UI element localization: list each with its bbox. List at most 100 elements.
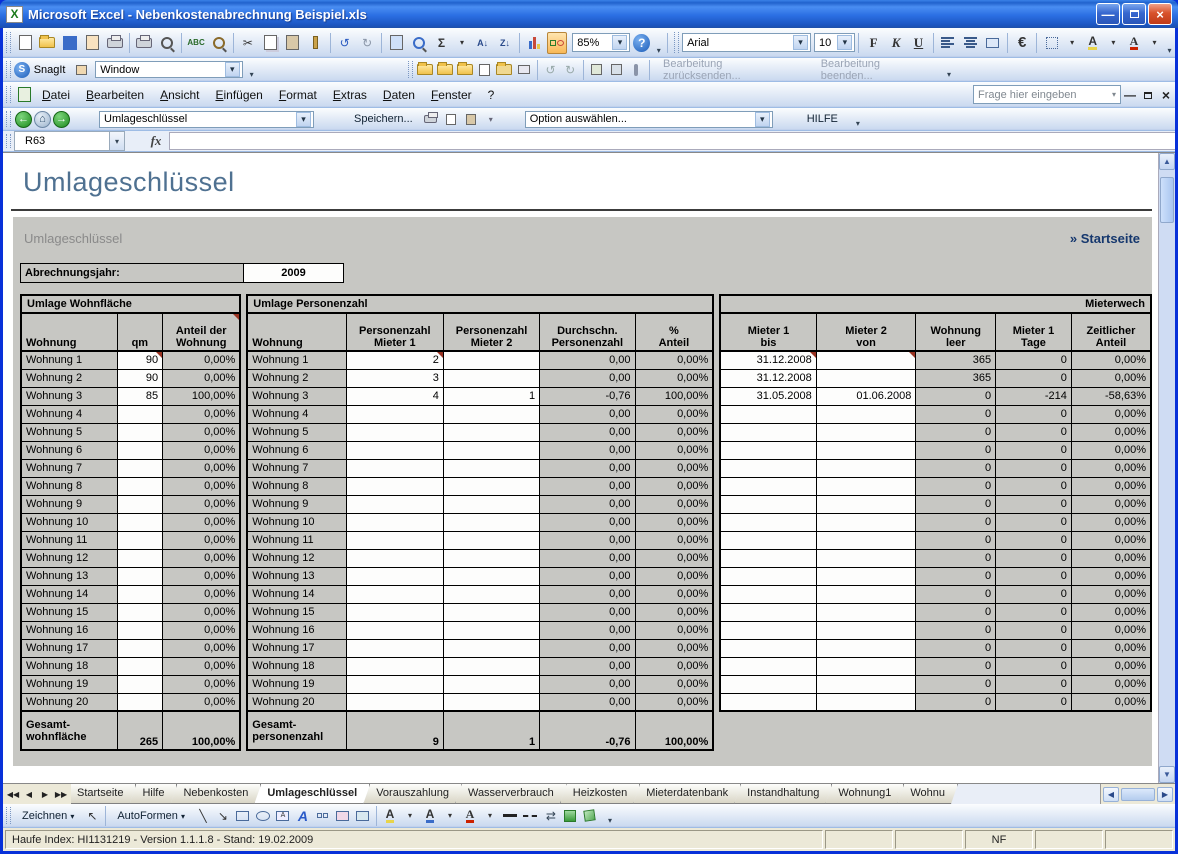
fill-color-icon[interactable]: A bbox=[1083, 32, 1103, 54]
cell[interactable]: -214 bbox=[996, 387, 1072, 405]
cell[interactable] bbox=[720, 495, 816, 513]
menu-item-bearbeiten[interactable]: Bearbeiten bbox=[78, 84, 152, 106]
pdf-mail-icon[interactable] bbox=[515, 61, 533, 79]
cell[interactable]: 0 bbox=[996, 441, 1072, 459]
cell[interactable]: 0,00 bbox=[540, 477, 635, 495]
cell[interactable]: Wohnung 18 bbox=[21, 657, 117, 675]
cell[interactable]: 0 bbox=[916, 585, 996, 603]
cell[interactable] bbox=[117, 513, 163, 531]
abrechnungsjahr-value[interactable]: 2009 bbox=[244, 264, 343, 282]
font-color-dropdown-icon[interactable]: ▾ bbox=[481, 807, 499, 825]
forward-icon[interactable]: → bbox=[53, 111, 70, 128]
cell[interactable]: 0,00 bbox=[540, 549, 635, 567]
cell[interactable]: Wohnung 8 bbox=[247, 477, 346, 495]
cell[interactable] bbox=[816, 675, 916, 693]
sheet-tab-heizkosten[interactable]: Heizkosten bbox=[560, 784, 640, 804]
snagit-icon[interactable]: S bbox=[14, 62, 30, 78]
scroll-down-icon[interactable]: ▼ bbox=[1159, 766, 1175, 783]
cell[interactable] bbox=[117, 423, 163, 441]
cell[interactable]: 0,00 bbox=[540, 639, 635, 657]
autosum-dropdown-icon[interactable]: ▾ bbox=[454, 34, 471, 52]
clipart-icon[interactable] bbox=[334, 807, 352, 825]
sheet-tab-umlageschlüssel[interactable]: Umlageschlüssel bbox=[254, 784, 370, 804]
merge-center-icon[interactable] bbox=[983, 32, 1003, 54]
print-area-icon[interactable] bbox=[105, 32, 125, 54]
cell[interactable] bbox=[117, 693, 163, 711]
bold-icon[interactable]: F bbox=[863, 32, 883, 54]
cell[interactable]: Wohnung 2 bbox=[247, 369, 346, 387]
research-icon[interactable] bbox=[208, 32, 228, 54]
cell[interactable]: 0 bbox=[996, 405, 1072, 423]
cell[interactable] bbox=[816, 657, 916, 675]
cell[interactable] bbox=[443, 693, 539, 711]
cell[interactable]: 0 bbox=[916, 495, 996, 513]
cell[interactable]: 0 bbox=[916, 603, 996, 621]
cell[interactable]: 0,00% bbox=[1071, 675, 1151, 693]
cell[interactable]: -58,63% bbox=[1071, 387, 1151, 405]
cell[interactable]: 0 bbox=[916, 693, 996, 711]
cell[interactable]: 90 bbox=[117, 351, 163, 369]
cell[interactable]: 0 bbox=[996, 369, 1072, 387]
new-icon[interactable] bbox=[15, 32, 35, 54]
help-icon[interactable]: ? bbox=[633, 34, 650, 52]
sheet-tab-wasserverbrauch[interactable]: Wasserverbrauch bbox=[455, 784, 567, 804]
cell[interactable] bbox=[117, 621, 163, 639]
cell[interactable]: 0 bbox=[916, 405, 996, 423]
cell[interactable]: Wohnung 9 bbox=[21, 495, 117, 513]
cell[interactable] bbox=[443, 477, 539, 495]
euro-icon[interactable]: € bbox=[1012, 32, 1032, 54]
font-color-dropdown-icon[interactable]: ▾ bbox=[1146, 34, 1163, 52]
cell[interactable] bbox=[346, 567, 443, 585]
cell[interactable]: 0,00% bbox=[163, 423, 241, 441]
cell[interactable]: 0,00 bbox=[540, 459, 635, 477]
cell[interactable] bbox=[443, 621, 539, 639]
cell[interactable]: Wohnung 19 bbox=[21, 675, 117, 693]
menu-item-einfügen[interactable]: Einfügen bbox=[207, 84, 270, 106]
cell[interactable]: 0 bbox=[996, 351, 1072, 369]
tab-scroll-left-icon[interactable]: ◀ bbox=[1103, 787, 1119, 802]
cell[interactable] bbox=[346, 585, 443, 603]
cell[interactable]: 0 bbox=[916, 423, 996, 441]
cell[interactable]: 0,00% bbox=[1071, 603, 1151, 621]
name-box[interactable]: R63 bbox=[14, 131, 110, 151]
pdf-save-icon[interactable] bbox=[456, 61, 474, 79]
cell[interactable]: 0,00 bbox=[540, 405, 635, 423]
cell[interactable] bbox=[816, 567, 916, 585]
cell[interactable] bbox=[117, 549, 163, 567]
cell[interactable]: Wohnung 11 bbox=[247, 531, 346, 549]
cell[interactable] bbox=[720, 639, 816, 657]
cell[interactable]: 0,00 bbox=[540, 675, 635, 693]
cell[interactable]: 0 bbox=[996, 639, 1072, 657]
workbook-close-button[interactable]: × bbox=[1157, 87, 1175, 103]
cell[interactable]: 0,00% bbox=[1071, 441, 1151, 459]
cell[interactable]: 0,00% bbox=[635, 603, 713, 621]
cell[interactable]: Wohnung 5 bbox=[247, 423, 346, 441]
cell[interactable]: Wohnung 15 bbox=[21, 603, 117, 621]
tab-scroll-right-icon[interactable]: ▶ bbox=[1157, 787, 1173, 802]
cell[interactable] bbox=[346, 639, 443, 657]
insert-function-button[interactable]: fx bbox=[143, 131, 169, 151]
picture-icon[interactable] bbox=[354, 807, 372, 825]
cell[interactable]: 0,00% bbox=[1071, 351, 1151, 369]
oval-icon[interactable] bbox=[254, 807, 272, 825]
cell[interactable]: 0,00% bbox=[635, 567, 713, 585]
cell[interactable] bbox=[117, 441, 163, 459]
sort-ascending-icon[interactable]: A↓ bbox=[472, 32, 492, 54]
cell[interactable]: 0,00% bbox=[1071, 639, 1151, 657]
cell[interactable]: 0 bbox=[916, 549, 996, 567]
cell[interactable] bbox=[816, 423, 916, 441]
cell[interactable] bbox=[346, 423, 443, 441]
cell[interactable]: 0,00% bbox=[635, 495, 713, 513]
cell[interactable] bbox=[443, 675, 539, 693]
cell[interactable] bbox=[816, 441, 916, 459]
cell[interactable] bbox=[720, 603, 816, 621]
cell[interactable]: 0,00% bbox=[635, 621, 713, 639]
menu-item-datei[interactable]: Datei bbox=[34, 84, 78, 106]
dash-style-icon[interactable] bbox=[521, 807, 539, 825]
cell[interactable]: 0,00% bbox=[163, 585, 241, 603]
cell[interactable]: Wohnung 17 bbox=[21, 639, 117, 657]
cell[interactable]: 0,00% bbox=[635, 369, 713, 387]
cell[interactable]: Wohnung 10 bbox=[21, 513, 117, 531]
mail-icon[interactable] bbox=[82, 32, 102, 54]
line-icon[interactable]: ╲ bbox=[194, 807, 212, 825]
